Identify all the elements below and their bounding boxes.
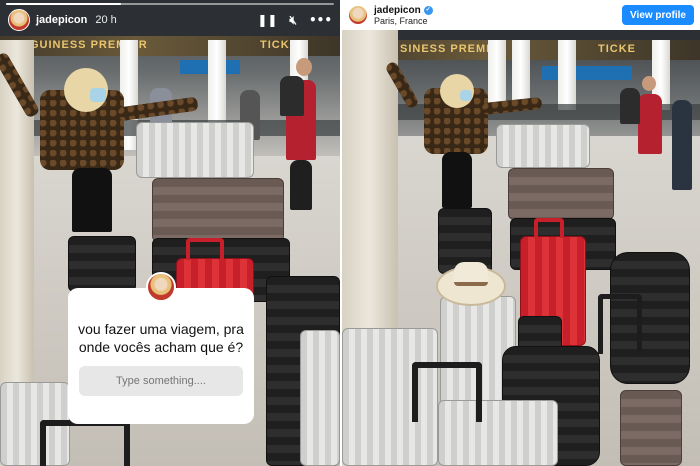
silver-suitcase xyxy=(136,122,254,178)
red-suitcase-handle xyxy=(186,238,224,260)
station-sign xyxy=(542,66,632,80)
red-suitcase-handle xyxy=(534,218,564,238)
verified-badge-icon: ✓ xyxy=(423,5,433,15)
ticket-sign-text: TICKE xyxy=(598,43,636,55)
black-carry-on xyxy=(68,236,136,292)
post-username-row[interactable]: jadepicon ✓ xyxy=(374,5,433,16)
brown-suitcase xyxy=(508,168,614,220)
hat-crown xyxy=(454,262,488,286)
view-profile-button[interactable]: View profile xyxy=(622,5,694,25)
post-header: jadepicon ✓ Paris, France View profile xyxy=(342,0,700,30)
traveler-head xyxy=(642,76,656,91)
traveler xyxy=(672,100,692,190)
more-icon[interactable]: ••• xyxy=(309,13,332,27)
backpack xyxy=(280,76,304,116)
suitcase-handle xyxy=(598,294,642,354)
post-photo: SINESS PREMIER TICKE xyxy=(342,30,700,466)
question-answer-input[interactable] xyxy=(79,366,243,396)
brown-suitcase xyxy=(620,390,682,466)
question-avatar xyxy=(146,272,176,302)
silver-suitcase xyxy=(496,124,590,168)
suitcase-handle xyxy=(40,420,130,466)
story-time: 20 h xyxy=(95,14,117,26)
avatar[interactable] xyxy=(8,9,30,31)
question-sticker: vou fazer uma viagem, pra onde vocês ach… xyxy=(68,272,254,424)
post-username[interactable]: jadepicon xyxy=(374,5,421,16)
story-header: jadepicon 20 h ❚❚ 🔇︎ ••• xyxy=(0,0,340,40)
mute-icon[interactable]: 🔇︎ xyxy=(289,13,297,28)
suitcase-handle xyxy=(412,362,482,422)
brown-suitcase xyxy=(152,178,284,242)
story-controls: ❚❚ 🔇︎ ••• xyxy=(257,13,332,28)
legs xyxy=(72,168,112,232)
column xyxy=(558,40,576,110)
legs xyxy=(442,152,472,208)
traveler-head xyxy=(296,58,312,76)
traveler-legs xyxy=(290,160,312,210)
pause-icon[interactable]: ❚❚ xyxy=(257,13,277,27)
backpack xyxy=(620,88,640,124)
post-location[interactable]: Paris, France xyxy=(374,16,433,26)
face-mask xyxy=(460,90,472,101)
post-user-info: jadepicon ✓ Paris, France xyxy=(374,5,433,26)
story-username[interactable]: jadepicon xyxy=(36,14,87,26)
column xyxy=(488,40,506,110)
traveler xyxy=(638,94,662,154)
question-text: vou fazer uma viagem, pra onde vocês ach… xyxy=(78,321,244,355)
avatar[interactable] xyxy=(348,5,368,25)
story-photo: GUINESS PREMIER TICKE jadepicon 20 h ❚❚ … xyxy=(0,0,340,466)
face-mask xyxy=(90,88,106,102)
silver-suitcase xyxy=(300,330,340,466)
